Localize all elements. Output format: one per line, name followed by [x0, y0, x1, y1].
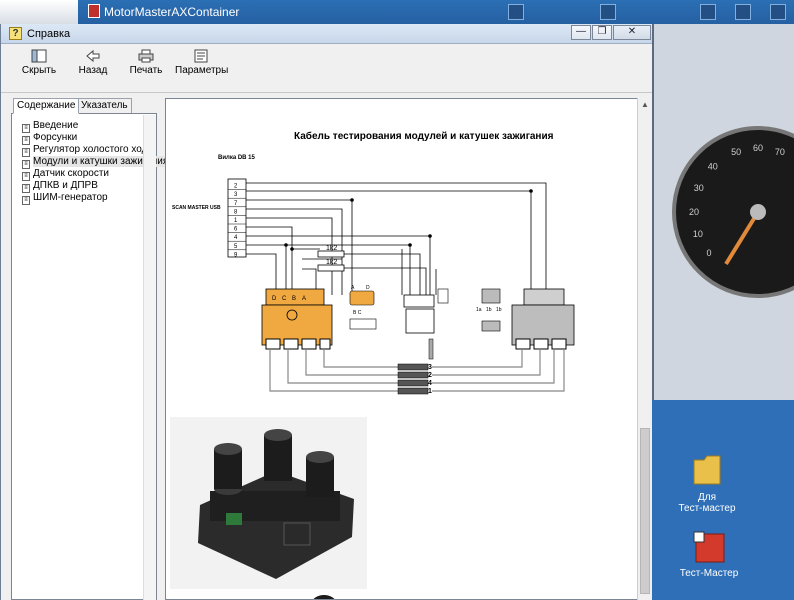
print-button[interactable]: Печать — [127, 47, 165, 91]
help-icon: ? — [9, 27, 22, 40]
toolbar: Скрыть Назад Печать Параметры — [1, 45, 653, 93]
junctions — [284, 189, 533, 251]
taskbar-app-icon[interactable] — [700, 4, 716, 20]
gauge-tick-label: 10 — [693, 229, 703, 239]
tab-contents[interactable]: Содержание — [13, 98, 80, 114]
svg-text:A: A — [302, 296, 306, 302]
tree-item-speed-sensor[interactable]: ≡ Датчик скорости — [22, 168, 109, 181]
desktop-icon-label[interactable]: Для Тест-мастер — [672, 492, 742, 514]
app-logo-icon — [88, 4, 100, 18]
resistor-label: 1k2 — [326, 259, 337, 266]
back-label: Назад — [78, 65, 108, 76]
print-label: Печать — [129, 65, 163, 76]
pin-block: 237816459 — [227, 178, 247, 258]
svg-text:1b: 1b — [496, 307, 502, 313]
svg-text:B C: B C — [353, 310, 362, 316]
svg-text:1a: 1a — [476, 307, 482, 313]
svg-text:C: C — [282, 296, 287, 302]
taskbar-start-area[interactable] — [0, 0, 78, 24]
taskbar-app-icon[interactable] — [508, 4, 524, 20]
gauge-tick-label: 60 — [753, 143, 763, 153]
gauge-tick-label: 50 — [731, 147, 741, 157]
tree-scrollbar[interactable] — [143, 115, 156, 600]
scroll-up-icon[interactable]: ▲ — [640, 100, 650, 110]
svg-text:B: B — [292, 296, 296, 302]
hv-lead-label: 3 — [428, 364, 432, 371]
middle-module — [403, 288, 449, 360]
help-window: ? Справка — ❐ ✕ Скрыть Назад Печать Пара… — [0, 24, 653, 600]
taskbar-app-title[interactable]: MotorMasterAXContainer — [104, 5, 239, 19]
gray-ignition-module — [511, 288, 575, 350]
tree-item-intro[interactable]: ≡ Введение — [22, 120, 78, 133]
gauge-tick-label: 40 — [708, 162, 718, 172]
taskbar-app-icon[interactable] — [600, 4, 616, 20]
hv-leads — [397, 363, 429, 395]
hv-lead-label: 2 — [428, 372, 432, 379]
speed-gauge: 010203040506070100 — [672, 126, 794, 298]
ignition-coil-photo — [170, 417, 367, 589]
options-icon — [194, 49, 208, 63]
taskbar-app-icon[interactable] — [735, 4, 751, 20]
content-scrollbar[interactable]: ▲ — [637, 98, 652, 600]
printer-icon — [138, 49, 154, 63]
gauge-tick-label: 30 — [694, 183, 704, 193]
gauge-tick-label: 0 — [706, 248, 711, 258]
minimize-button[interactable]: — — [571, 25, 591, 40]
svg-text:1b: 1b — [486, 307, 492, 313]
back-button[interactable]: Назад — [75, 47, 111, 91]
orange-connector: A D B C — [349, 285, 377, 330]
desktop-icon-label[interactable]: Тест-Мастер — [674, 568, 744, 579]
hide-label: Скрыть — [21, 65, 57, 76]
maximize-button[interactable]: ❐ — [592, 25, 612, 40]
gauge-tick-label: 70 — [775, 147, 785, 157]
background-app: 010203040506070100 — [652, 24, 794, 400]
desktop: Для Тест-мастер Тест-Мастер — [652, 400, 794, 600]
content-pane: Кабель тестирования модулей и катушек за… — [165, 98, 638, 600]
hide-button[interactable]: Скрыть — [19, 47, 59, 91]
svg-text:A: A — [351, 285, 355, 291]
gauge-tick-label: 20 — [689, 207, 699, 217]
folder-icon[interactable] — [692, 454, 722, 486]
gray-connectors: 1a 1b 1b — [476, 288, 502, 332]
tree-item-pwm-generator[interactable]: ≡ ШИМ-генератор — [22, 192, 108, 205]
svg-text:D: D — [272, 296, 277, 302]
tree-item-idle-regulator[interactable]: ≡ Регулятор холостого хода — [22, 144, 153, 157]
contents-tree: ≡ Введение ≡ Форсунки ≡ Регулятор холостого… — [11, 113, 169, 600]
hv-lead-label: 4 — [428, 380, 432, 387]
tree-item-injectors[interactable]: ≡ Форсунки — [22, 132, 77, 145]
wires — [246, 182, 547, 295]
taskbar: MotorMasterAXContainer — [0, 0, 794, 24]
page-icon: ≡ — [22, 196, 30, 205]
tab-index[interactable]: Указатель — [77, 98, 132, 114]
window-title: Справка — [27, 28, 71, 40]
hv-lead-label: 1 — [428, 388, 432, 395]
title-bar[interactable]: ? Справка — ❐ ✕ — [1, 24, 653, 44]
resistor-label: 1k2 — [326, 245, 337, 252]
navigation-pane: Содержание Указатель ≡ Введение ≡ Форсунки… — [11, 98, 169, 600]
taskbar-app-icon[interactable] — [770, 4, 786, 20]
tree-item-crank-cam[interactable]: ≡ ДПКВ и ДПРВ — [22, 180, 98, 193]
close-button[interactable]: ✕ — [613, 25, 651, 40]
wiring-diagram: 237816459 1k2 1k2 D C B A A DB C 1a 1b 1… — [170, 178, 575, 599]
options-button[interactable]: Параметры — [175, 47, 229, 91]
options-label: Параметры — [175, 65, 229, 76]
orange-ignition-module: DCBA — [261, 288, 333, 350]
svg-text:D: D — [366, 285, 370, 291]
app-icon[interactable] — [692, 530, 726, 564]
back-arrow-icon — [86, 49, 100, 63]
partial-photo — [313, 595, 335, 599]
hide-pane-icon — [31, 49, 47, 63]
scrollbar-thumb[interactable] — [640, 428, 650, 594]
